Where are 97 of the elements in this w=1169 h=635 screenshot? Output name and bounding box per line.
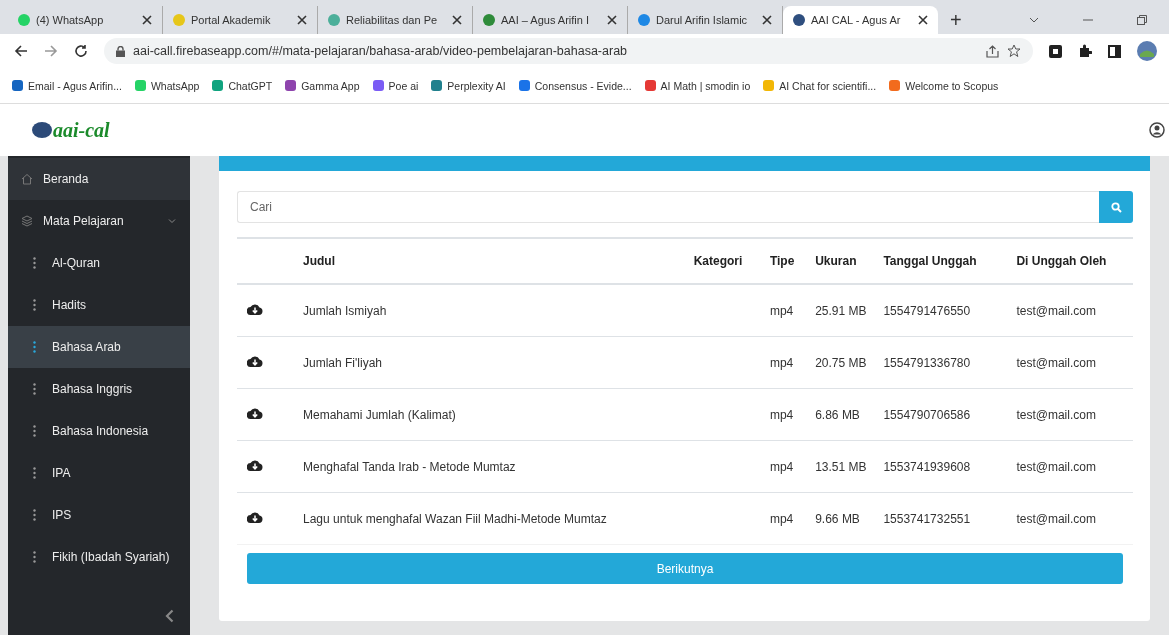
close-icon[interactable] — [607, 15, 617, 25]
cloud-download-icon[interactable] — [247, 407, 263, 419]
sidebar-item[interactable]: Fikih (Ibadah Syariah) — [8, 536, 190, 578]
sidebar-item[interactable]: IPS — [8, 494, 190, 536]
column-header: Tipe — [769, 254, 795, 268]
close-icon[interactable] — [762, 15, 772, 25]
close-icon[interactable] — [452, 15, 462, 25]
bookmark-link[interactable]: ChatGPT — [212, 79, 273, 92]
table-cell: test@mail.com — [1016, 407, 1096, 422]
cloud-download-icon[interactable] — [247, 303, 263, 315]
column-header: Ukuran — [815, 254, 857, 268]
dots-icon — [33, 257, 36, 269]
close-icon[interactable] — [918, 15, 928, 25]
sidebar-item[interactable]: Hadits — [8, 284, 190, 326]
chevron-down-icon[interactable] — [1029, 15, 1039, 25]
bookmark-link[interactable]: Welcome to Scopus — [889, 79, 999, 92]
bookmark-link[interactable]: Email - Agus Arifin... — [12, 79, 122, 92]
browser-tab[interactable]: Reliabilitas dan Pe — [318, 6, 473, 34]
app-logo[interactable]: aai-cal — [32, 118, 110, 142]
browser-tab[interactable]: AAI CAL - Agus Ar — [783, 6, 938, 34]
home-icon — [21, 173, 33, 185]
table-cell: 1553741732551 — [883, 511, 971, 526]
search-icon — [1110, 201, 1122, 213]
reload-icon[interactable] — [74, 44, 88, 58]
sidebar-item[interactable]: Bahasa Indonesia — [8, 410, 190, 452]
sidebar-item[interactable]: IPA — [8, 452, 190, 494]
table-cell: mp4 — [769, 407, 794, 422]
table-cell: Jumlah Ismiyah — [303, 303, 387, 318]
search-button[interactable] — [1099, 191, 1133, 223]
layers-icon — [21, 215, 33, 227]
dots-icon — [33, 383, 36, 395]
bookmark-link[interactable]: AI Math | smodin io — [644, 79, 751, 92]
table-cell: mp4 — [769, 303, 794, 318]
cloud-download-icon[interactable] — [247, 459, 263, 471]
address-field[interactable]: aai-call.firebaseapp.com/#/mata-pelajaran/bahasa-arab/video-pembelajaran-bahasa-arab — [104, 38, 1033, 64]
table-cell: 1554791336780 — [883, 355, 971, 370]
column-header: Judul — [303, 254, 335, 268]
dots-icon — [33, 425, 36, 437]
collapse-icon[interactable] — [165, 609, 174, 623]
bookmark-link[interactable]: Perplexity AI — [431, 79, 506, 92]
star-icon[interactable] — [1007, 44, 1021, 58]
dots-icon — [33, 341, 36, 353]
table-cell: 1554791476550 — [883, 303, 971, 318]
browser-tab[interactable]: (4) WhatsApp — [8, 6, 163, 34]
table-cell: Lagu untuk menghafal Wazan Fiil Madhi-Metode Mumtaz — [303, 511, 607, 526]
restore-icon[interactable] — [1137, 15, 1147, 25]
new-tab-button[interactable]: + — [938, 6, 974, 34]
close-icon[interactable] — [297, 15, 307, 25]
table-cell: 9.66 MB — [815, 511, 860, 526]
column-header: Tanggal Unggah — [883, 254, 977, 268]
sidebar-item[interactable]: Bahasa Arab — [8, 326, 190, 368]
table-cell: Menghafal Tanda Irab - Metode Mumtaz — [303, 459, 516, 474]
lock-icon — [116, 45, 125, 57]
sidebar-item[interactable]: Al-Quran — [8, 242, 190, 284]
table-cell: 1553741939608 — [883, 459, 971, 474]
close-icon[interactable] — [142, 15, 152, 25]
browser-tab[interactable]: AAI – Agus Arifin I — [473, 6, 628, 34]
back-icon[interactable] — [14, 44, 28, 58]
table-cell: mp4 — [769, 355, 794, 370]
bookmark-link[interactable]: Gamma App — [285, 79, 360, 92]
column-header: Kategori — [693, 254, 743, 268]
bookmark-link[interactable]: Poe ai — [372, 79, 419, 92]
table-cell: Jumlah Fi'liyah — [303, 355, 382, 370]
sidepanel-icon[interactable] — [1108, 44, 1121, 58]
column-header: Di Unggah Oleh — [1016, 254, 1107, 268]
table-cell: test@mail.com — [1016, 355, 1096, 370]
table-cell: Memahami Jumlah (Kalimat) — [303, 407, 456, 422]
table-cell: test@mail.com — [1016, 459, 1096, 474]
cloud-download-icon[interactable] — [247, 511, 263, 523]
forward-icon[interactable] — [44, 44, 58, 58]
search-field[interactable]: Cari — [237, 191, 1099, 223]
table-cell: mp4 — [769, 459, 794, 474]
puzzle-icon[interactable] — [1078, 44, 1092, 58]
avatar-icon[interactable] — [1137, 41, 1157, 61]
table-cell: 13.51 MB — [815, 459, 867, 474]
table-cell: 6.86 MB — [815, 407, 860, 422]
bookmark-link[interactable]: WhatsApp — [134, 79, 200, 92]
sidebar-item[interactable]: Beranda — [8, 158, 190, 200]
table-cell: 20.75 MB — [815, 355, 867, 370]
table-cell: 1554790706586 — [883, 407, 971, 422]
dots-icon — [33, 299, 36, 311]
table-cell: test@mail.com — [1016, 303, 1096, 318]
bookmark-link[interactable]: Consensus - Evide... — [518, 79, 632, 92]
user-icon[interactable] — [1149, 122, 1165, 138]
share-icon[interactable] — [986, 44, 999, 58]
table-cell: test@mail.com — [1016, 511, 1096, 526]
extension-icon[interactable] — [1049, 44, 1062, 58]
table-cell: 25.91 MB — [815, 303, 867, 318]
dots-icon — [33, 551, 36, 563]
dots-icon — [33, 467, 36, 479]
sidebar-item[interactable]: Mata Pelajaran — [8, 200, 190, 242]
sidebar-item[interactable]: Bahasa Inggris — [8, 368, 190, 410]
dots-icon — [33, 509, 36, 521]
bookmark-link[interactable]: AI Chat for scientifi... — [763, 79, 877, 92]
cloud-download-icon[interactable] — [247, 355, 263, 367]
browser-tab[interactable]: Portal Akademik — [163, 6, 318, 34]
table-cell: mp4 — [769, 511, 794, 526]
